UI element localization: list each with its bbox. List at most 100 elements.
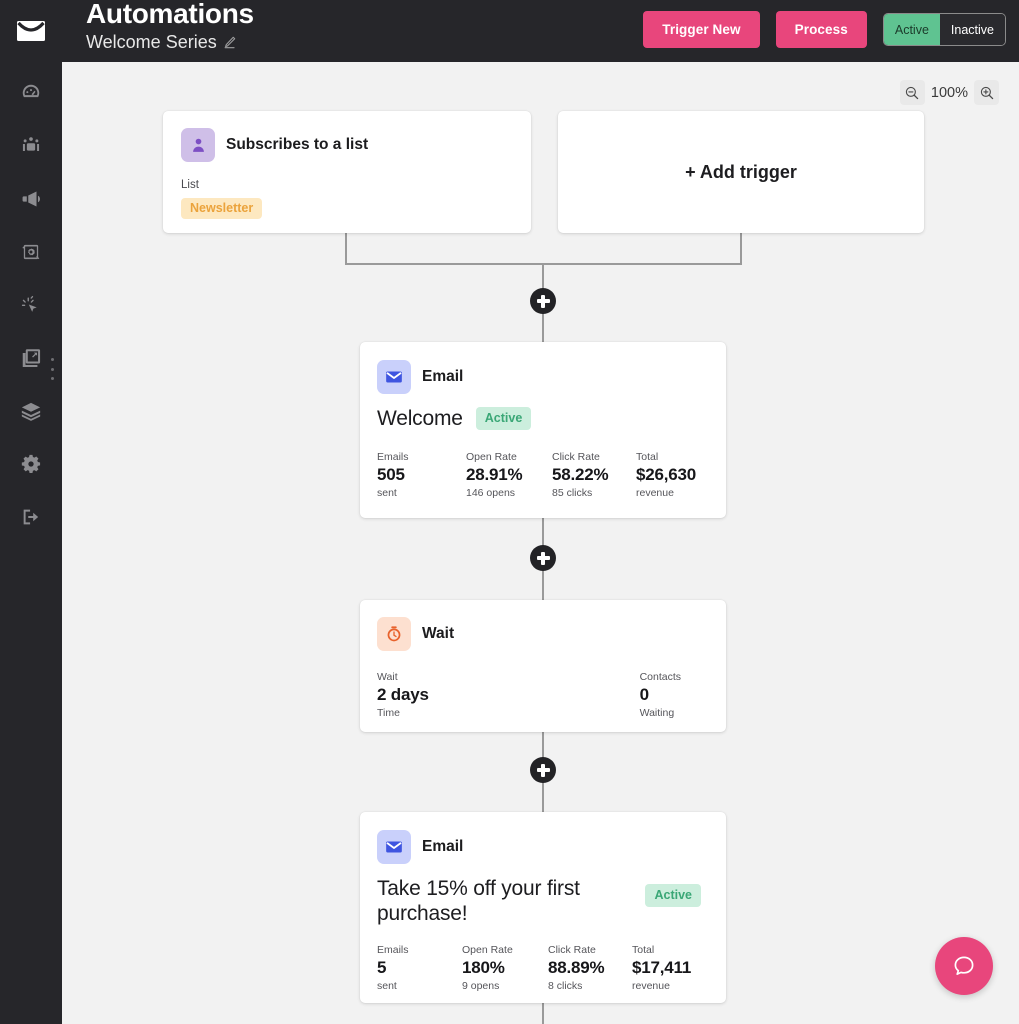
- add-step-node[interactable]: [530, 288, 556, 314]
- trigger-new-button[interactable]: Trigger New: [643, 11, 760, 48]
- trigger-card-subscribes-to-list[interactable]: Subscribes to a list List Newsletter: [163, 111, 531, 233]
- status-toggle[interactable]: Active Inactive: [882, 13, 1006, 46]
- vertical-dots-handle-icon: [50, 367, 54, 371]
- trigger-list-tag[interactable]: Newsletter: [181, 198, 263, 219]
- top-bar: Automations Welcome Series Trigger New P…: [0, 0, 1019, 62]
- magic-wand-sparkle-icon: [21, 295, 37, 312]
- sidebar-item-integrations[interactable]: [0, 384, 62, 437]
- stat-sublabel: revenue: [632, 980, 670, 992]
- stat-label: Total: [636, 451, 659, 463]
- step-card-type: Email: [422, 838, 464, 855]
- automation-name: Welcome Series: [86, 32, 217, 52]
- stat-value: 5: [377, 958, 387, 977]
- envelope-logo-icon: [17, 21, 45, 41]
- status-toggle-inactive[interactable]: Inactive: [939, 14, 1005, 45]
- stat-value: 2 days: [377, 685, 429, 704]
- add-step-node[interactable]: [530, 757, 556, 783]
- trigger-field-label: List: [181, 179, 199, 191]
- connector-segment: [542, 782, 544, 812]
- sidebar: [0, 62, 62, 1024]
- automation-gear-refresh-icon: [22, 244, 40, 259]
- stat-label: Open Rate: [466, 451, 517, 463]
- email-envelope-icon: [377, 360, 411, 394]
- settings-gear-icon: [21, 454, 41, 473]
- sidebar-item-contacts[interactable]: [0, 119, 62, 172]
- step-card-wait[interactable]: Wait Wait 2 days Time Contacts 0 Waiting: [360, 600, 726, 732]
- sidebar-item-settings[interactable]: [0, 437, 62, 490]
- stat-emails: Emails 505 sent: [377, 450, 466, 500]
- vertical-dots-handle-icon: [50, 377, 54, 380]
- zoom-out-icon: [906, 86, 919, 99]
- stat-value: $26,630: [636, 465, 697, 484]
- stat-value: 28.91%: [466, 465, 523, 484]
- header-actions: Trigger New Process Active Inactive: [643, 11, 1006, 48]
- step-card-header: Email: [377, 830, 709, 864]
- step-card-email-welcome[interactable]: Email Welcome Active Emails 505 sent Ope…: [360, 342, 726, 518]
- stat-sublabel: 9 opens: [462, 980, 500, 992]
- connector-segment: [740, 232, 742, 265]
- process-button[interactable]: Process: [775, 11, 867, 48]
- step-stats: Emails 5 sent Open Rate 180% 9 opens Cli…: [377, 943, 709, 993]
- chat-bubble-help-icon: [954, 956, 974, 975]
- stat-label: Open Rate: [462, 944, 513, 956]
- sidebar-item-automations[interactable]: [0, 225, 62, 278]
- stat-sublabel: sent: [377, 487, 397, 499]
- stat-value: 0: [639, 685, 649, 704]
- stat-contacts-waiting: Contacts 0 Waiting: [640, 670, 681, 720]
- stat-value: 180%: [462, 958, 505, 977]
- zoom-controls: 100%: [899, 80, 999, 105]
- contacts-people-icon: [22, 136, 40, 151]
- sidebar-item-campaigns[interactable]: [0, 172, 62, 225]
- zoom-out-button[interactable]: [899, 80, 925, 105]
- trigger-card-header: Subscribes to a list: [181, 128, 513, 162]
- sidebar-item-dashboard[interactable]: [0, 66, 62, 119]
- stat-sublabel: Waiting: [639, 707, 675, 719]
- stat-sublabel: Time: [377, 707, 400, 719]
- trigger-card-type: Subscribes to a list: [226, 136, 369, 153]
- step-card-type: Wait: [422, 625, 455, 642]
- sidebar-item-logout[interactable]: [0, 490, 62, 543]
- email-subject: Welcome: [377, 407, 463, 430]
- megaphone-campaigns-icon: [22, 190, 40, 207]
- connector-segment: [542, 1003, 544, 1024]
- stat-label: Total: [632, 944, 655, 956]
- add-trigger-label: + Add trigger: [685, 161, 797, 182]
- email-envelope-icon: [377, 830, 411, 864]
- step-card-email-offer[interactable]: Email Take 15% off your first purchase! …: [360, 812, 726, 1003]
- sidebar-item-magic[interactable]: [0, 278, 62, 331]
- zoom-in-icon: [980, 86, 993, 99]
- stopwatch-icon: [377, 617, 411, 651]
- stat-value: 58.22%: [552, 465, 609, 484]
- image-gallery-icon: [22, 348, 41, 367]
- automation-canvas[interactable]: 100% Subscribes to a list List Newslette…: [62, 62, 1019, 1024]
- stat-sublabel: 8 clicks: [548, 980, 583, 992]
- step-card-header: Wait: [377, 617, 709, 651]
- add-step-node[interactable]: [530, 545, 556, 571]
- stat-wait-time: Wait 2 days Time: [377, 670, 429, 720]
- email-subject: Take 15% off your first purchase!: [377, 877, 580, 925]
- connector-segment: [542, 313, 544, 343]
- stat-label: Click Rate: [552, 451, 600, 463]
- stat-sublabel: sent: [377, 980, 397, 992]
- add-trigger-card[interactable]: + Add trigger: [558, 111, 924, 233]
- stat-sublabel: 146 opens: [466, 487, 516, 499]
- stat-open-rate: Open Rate 180% 9 opens: [462, 943, 548, 993]
- stat-click-rate: Click Rate 58.22% 85 clicks: [552, 450, 636, 500]
- stat-label: Emails: [377, 451, 409, 463]
- zoom-level: 100%: [930, 84, 968, 101]
- page-title-block: Automations Welcome Series: [86, 0, 254, 53]
- zoom-in-button[interactable]: [974, 80, 999, 105]
- help-chat-button[interactable]: [935, 937, 993, 995]
- status-badge: Active: [475, 407, 532, 430]
- stat-label: Click Rate: [548, 944, 596, 956]
- app-logo[interactable]: [0, 0, 62, 62]
- sidebar-drag-handle[interactable]: [48, 358, 56, 380]
- vertical-dots-handle-icon: [50, 358, 54, 361]
- automation-builder-page: Automations Welcome Series Trigger New P…: [0, 0, 1019, 1024]
- stat-value: 505: [377, 465, 405, 484]
- stat-label: Wait: [377, 671, 398, 683]
- subscriber-person-icon: [181, 128, 215, 162]
- pencil-icon[interactable]: [223, 36, 236, 49]
- status-toggle-active[interactable]: Active: [883, 14, 940, 45]
- step-card-header: Email: [377, 360, 709, 394]
